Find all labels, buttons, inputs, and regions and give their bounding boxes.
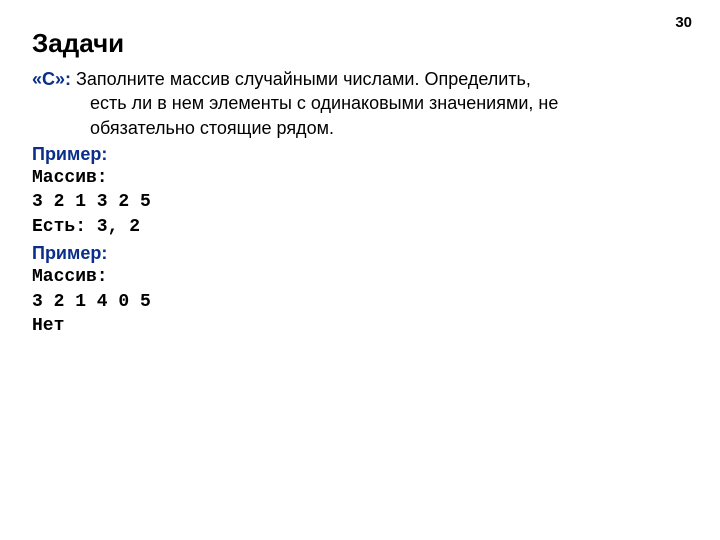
task-desc-1: Заполните массив случайными числами. Опр…: [71, 69, 531, 89]
example-label-2: Пример:: [32, 241, 688, 265]
page-title: Задачи: [32, 28, 688, 59]
example2-line2: 3 2 1 4 0 5: [32, 290, 688, 314]
task-body: «С»: Заполните массив случайными числами…: [32, 67, 688, 338]
example-label-1: Пример:: [32, 142, 688, 166]
task-desc-3: обязательно стоящие рядом.: [32, 118, 334, 138]
example1-line3: Есть: 3, 2: [32, 215, 688, 239]
example1-line2: 3 2 1 3 2 5: [32, 190, 688, 214]
example2-line1: Массив:: [32, 265, 688, 289]
task-line-1: «С»: Заполните массив случайными числами…: [32, 67, 688, 91]
slide-content: Задачи «С»: Заполните массив случайными …: [0, 0, 720, 338]
task-label: «С»:: [32, 69, 71, 89]
page-number: 30: [675, 14, 692, 31]
example2-line3: Нет: [32, 314, 688, 338]
example1-line1: Массив:: [32, 166, 688, 190]
task-desc-2: есть ли в нем элементы с одинаковыми зна…: [32, 93, 558, 113]
